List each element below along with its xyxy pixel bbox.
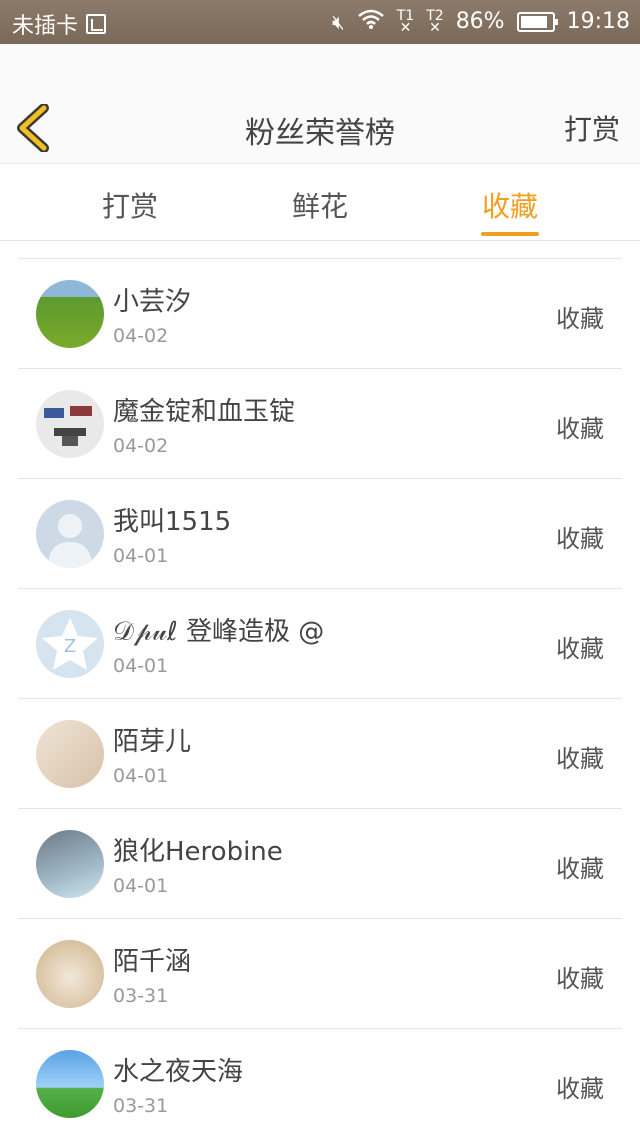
- avatar: [36, 830, 104, 898]
- status-bar: 未插卡 🔇︎ T1 ✕ T2 ✕ 86% 19:18: [0, 0, 640, 44]
- battery-fill: [520, 15, 547, 28]
- user-name: 𝒟𝓅𝓊ℓ 登峰造极 @: [113, 617, 325, 647]
- date: 03-31: [113, 1095, 169, 1117]
- date: 04-01: [113, 545, 169, 567]
- action-label: 收藏: [556, 965, 604, 993]
- list-item[interactable]: 魔金锭和血玉锭 04-02 收藏: [18, 369, 622, 479]
- action-label: 收藏: [556, 305, 604, 333]
- battery-percent: 86%: [455, 9, 505, 34]
- avatar: [36, 720, 104, 788]
- user-name: 我叫1515: [113, 507, 232, 537]
- active-tab-indicator: [481, 232, 539, 236]
- fan-list: 小芸汐 04-02 收藏 魔金锭和血玉锭 04-02 收藏 我叫1515 04-…: [18, 258, 622, 1138]
- wifi-icon: [357, 8, 385, 35]
- battery-icon: [516, 11, 558, 32]
- user-name: 狼化Herobine: [113, 837, 283, 867]
- reward-button[interactable]: 打赏: [564, 108, 620, 148]
- date: 04-01: [113, 765, 169, 787]
- tab-bar: 打赏 鲜花 收藏: [0, 165, 640, 241]
- signal1-icon: T1 ✕: [396, 7, 415, 36]
- list-item[interactable]: 小芸汐 04-02 收藏: [18, 259, 622, 369]
- status-right: 🔇︎ T1 ✕ T2 ✕ 86% 19:18: [332, 8, 630, 35]
- header-bar: 粉丝荣誉榜 打赏: [0, 44, 640, 164]
- signal2-icon: T2 ✕: [426, 7, 444, 36]
- avatar: [36, 280, 104, 348]
- avatar: [36, 940, 104, 1008]
- svg-text:Z: Z: [64, 636, 76, 657]
- action-label: 收藏: [556, 635, 604, 663]
- list-item[interactable]: 水之夜天海 03-31 收藏: [18, 1029, 622, 1138]
- list-item[interactable]: 我叫1515 04-01 收藏: [18, 479, 622, 589]
- date: 04-01: [113, 655, 169, 677]
- avatar: [36, 1050, 104, 1118]
- list-item[interactable]: 狼化Herobine 04-01 收藏: [18, 809, 622, 919]
- page-title: 粉丝荣誉榜: [245, 116, 395, 151]
- date: 04-02: [113, 325, 169, 347]
- tab-reward[interactable]: 打赏: [102, 185, 158, 225]
- user-name: 水之夜天海: [113, 1057, 244, 1087]
- user-name: 魔金锭和血玉锭: [113, 397, 296, 427]
- list-item[interactable]: Z 𝒟𝓅𝓊ℓ 登峰造极 @ 04-01 收藏: [18, 589, 622, 699]
- clock: 19:18: [566, 9, 630, 34]
- action-label: 收藏: [556, 855, 604, 883]
- user-name: 陌千涵: [113, 947, 192, 977]
- avatar: [36, 500, 104, 568]
- date: 04-02: [113, 435, 169, 457]
- carrier-text: 未插卡: [12, 14, 79, 39]
- status-left: 未插卡: [12, 8, 107, 40]
- tab-flowers[interactable]: 鲜花: [292, 185, 348, 225]
- action-label: 收藏: [556, 525, 604, 553]
- user-name: 小芸汐: [113, 287, 192, 317]
- action-label: 收藏: [556, 745, 604, 773]
- list-item[interactable]: 陌千涵 03-31 收藏: [18, 919, 622, 1029]
- date: 04-01: [113, 875, 169, 897]
- action-label: 收藏: [556, 1075, 604, 1103]
- user-name: 陌芽儿: [113, 727, 192, 757]
- action-label: 收藏: [556, 415, 604, 443]
- avatar: Z: [36, 610, 104, 678]
- mute-icon: 🔇︎: [332, 9, 345, 34]
- date: 03-31: [113, 985, 169, 1007]
- list-item[interactable]: 陌芽儿 04-01 收藏: [18, 699, 622, 809]
- avatar: [36, 390, 104, 458]
- sim-icon: [86, 14, 107, 34]
- tab-favorites[interactable]: 收藏: [482, 185, 538, 225]
